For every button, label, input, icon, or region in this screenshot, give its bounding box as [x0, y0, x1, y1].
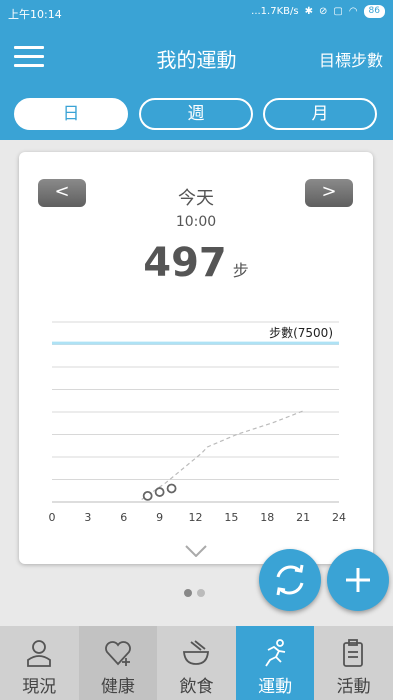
steps-value: 497	[143, 240, 227, 286]
status-time: 上午10:14	[8, 8, 62, 21]
step-point	[142, 490, 153, 501]
x-tick-label: 18	[260, 511, 274, 524]
steps-count: 497 步	[19, 240, 373, 286]
bowl-icon	[183, 640, 210, 665]
runner-icon	[265, 639, 285, 667]
nav-status[interactable]: 現況	[0, 626, 79, 700]
x-tick-label: 6	[120, 511, 127, 524]
nav-label: 運動	[258, 677, 293, 697]
x-tick-label: 3	[84, 511, 91, 524]
wifi-icon: ◠	[348, 6, 358, 17]
status-bar: 上午10:14 ...1.7KB/s ✱ ⊘ ▢ ◠ 86	[0, 0, 393, 26]
sync-button[interactable]	[259, 549, 321, 611]
battery-icon: 86	[363, 5, 385, 18]
network-speed: ...1.7KB/s	[251, 6, 299, 17]
nav-label: 飲食	[179, 677, 214, 697]
status-indicators: ...1.7KB/s ✱ ⊘ ▢ ◠ 86	[251, 5, 385, 18]
nav-activity[interactable]: 活動	[314, 626, 393, 700]
cumulative-steps-line	[141, 410, 304, 500]
step-point	[166, 483, 177, 494]
page-dot	[184, 589, 192, 597]
chevron-down-icon[interactable]	[185, 545, 207, 557]
nav-label: 健康	[100, 677, 135, 697]
chart-grid	[52, 321, 339, 503]
tab-month[interactable]: 月	[263, 98, 377, 130]
steps-card: 步數(7500) 0 3 6 9 12 15 18 21 24 < > 今天 10:00 497…	[19, 152, 373, 564]
sync-icon	[276, 564, 304, 596]
x-tick-label: 15	[224, 511, 238, 524]
target-steps-button[interactable]: 目標步數	[319, 47, 383, 71]
app-bar: 我的運動 目標步數	[0, 26, 393, 90]
x-tick-label: 9	[156, 511, 163, 524]
period-tabs: 日 週 月	[0, 90, 393, 140]
page-dot	[197, 589, 205, 597]
add-button[interactable]	[327, 549, 389, 611]
sim-icon: ▢	[333, 6, 343, 17]
person-icon	[27, 640, 51, 667]
nav-diet[interactable]: 飲食	[157, 626, 236, 700]
bottom-nav: 現況 健康 飲食 運動 活動	[0, 626, 393, 700]
nav-exercise[interactable]: 運動	[235, 626, 315, 700]
nav-health[interactable]: 健康	[78, 626, 158, 700]
x-tick-label: 12	[189, 511, 203, 524]
day-label: 今天	[178, 188, 214, 209]
tab-day[interactable]: 日	[14, 98, 128, 130]
time-label: 10:00	[175, 214, 217, 230]
plus-icon	[346, 568, 370, 592]
bluetooth-icon: ✱	[304, 6, 313, 17]
heart-plus-icon	[104, 641, 131, 666]
x-tick-label: 0	[49, 511, 56, 524]
step-point	[154, 487, 165, 497]
goal-label: 步數(7500)	[269, 326, 333, 340]
nav-label: 活動	[336, 677, 371, 697]
x-tick-label: 21	[296, 511, 310, 524]
clipboard-icon	[343, 639, 364, 667]
nav-label: 現況	[22, 677, 57, 697]
tab-week[interactable]: 週	[139, 98, 253, 130]
steps-unit: 步	[232, 261, 249, 280]
x-tick-label: 24	[332, 511, 346, 524]
page-indicator	[184, 589, 205, 597]
mute-icon: ⊘	[318, 6, 328, 17]
